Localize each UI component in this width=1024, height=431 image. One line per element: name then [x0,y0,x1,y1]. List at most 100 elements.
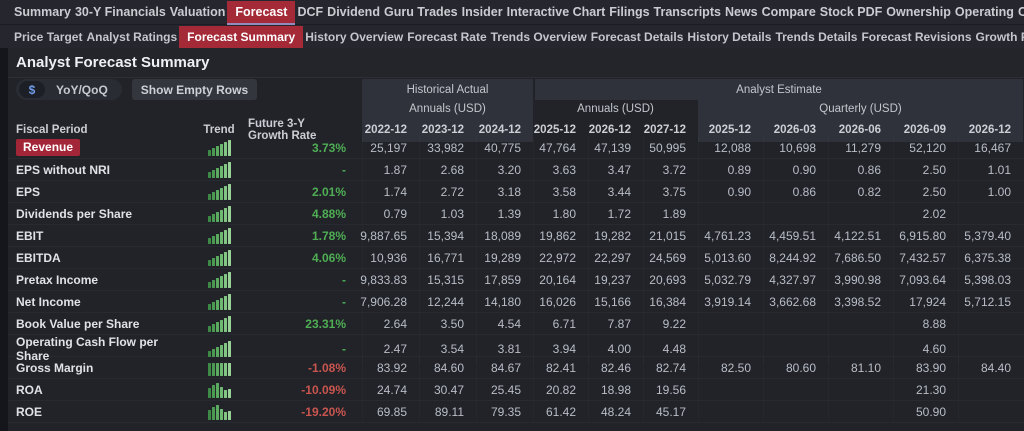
row-label-book-value-per-share[interactable]: Book Value per Share [8,313,190,334]
value-cell: 8,244.92 [763,247,828,268]
secondary-nav: Price TargetAnalyst RatingsForecast Summ… [0,24,1024,48]
mini-bar-chart-icon [208,382,231,398]
growth-rate-value: - [248,269,362,290]
value-cell: 7,906.28 [362,291,419,312]
nav-item-growth-forecast[interactable]: Growth Forecast [974,27,1024,47]
nav-item-valuation[interactable]: Valuation [168,2,228,22]
value-cell: 0.86 [828,159,893,180]
yoy-qoq-toggle[interactable]: YoY/QoQ [45,83,119,97]
value-cell: 5,379.40 [958,225,1023,246]
nav-item-filings[interactable]: Filings [607,2,651,22]
value-cell: 24.74 [362,379,419,400]
value-cell: 3.58 [533,181,588,202]
row-label-gross-margin[interactable]: Gross Margin [8,357,190,378]
row-label-revenue[interactable]: Revenue [8,137,190,158]
value-cell: 20,164 [533,269,588,290]
value-cell: 5,398.03 [958,269,1023,290]
nav-item-guru-trades[interactable]: Guru Trades [382,2,460,22]
growth-rate-value: 2.01% [248,181,362,202]
nav-item-dcf[interactable]: DCF [295,2,325,22]
value-cell: 45.17 [643,401,698,422]
row-label-eps[interactable]: EPS [8,181,190,202]
value-cell: 3,919.14 [698,291,763,312]
nav-item-forecast-rate[interactable]: Forecast Rate [405,27,488,47]
row-label-net-income[interactable]: Net Income [8,291,190,312]
nav-item-news[interactable]: News [723,2,760,22]
nav-item-ownership[interactable]: Ownership [884,2,953,22]
value-cell [958,379,1023,400]
row-label-pretax-income[interactable]: Pretax Income [8,269,190,290]
table-row-ebitda: EBITDA4.06%10,93616,77119,28922,97222,29… [8,247,1024,269]
mini-bar-chart-icon [208,140,231,156]
value-cell: 7,686.50 [828,247,893,268]
nav-item-forecast-revisions[interactable]: Forecast Revisions [859,27,973,47]
nav-item-stock-pdf[interactable]: Stock PDF [818,2,885,22]
nav-item-history-overview[interactable]: History Overview [303,27,405,47]
value-cell: 22,297 [588,247,643,268]
nav-item-summary[interactable]: Summary [12,2,73,22]
nav-item-trends-details[interactable]: Trends Details [773,27,859,47]
value-cell: 10,698 [763,137,828,158]
growth-rate-value: -1.08% [248,357,362,378]
nav-item-operating[interactable]: Operating [953,2,1016,22]
trend-hump-icon [190,379,248,400]
currency-toggle[interactable]: $ [19,81,45,98]
row-label-dividends-per-share[interactable]: Dividends per Share [8,203,190,224]
value-cell: 84.67 [476,357,533,378]
value-cell: 16,771 [419,247,476,268]
value-cell: 25.45 [476,379,533,400]
value-cell: 3.50 [419,313,476,334]
nav-item-dividend[interactable]: Dividend [325,2,382,22]
nav-item-30-y-financials[interactable]: 30-Y Financials [73,2,168,22]
table-row-dividends-per-share: Dividends per Share4.88%0.791.031.391.80… [8,203,1024,225]
value-cell [763,401,828,422]
mini-bar-chart-icon [208,206,231,222]
value-cell: 16,467 [958,137,1023,158]
value-cell: 19,289 [476,247,533,268]
value-cell [958,203,1023,224]
nav-item-insider[interactable]: Insider [460,2,505,22]
value-cell: 20.82 [533,379,588,400]
row-label-roe[interactable]: ROE [8,401,190,422]
row-label-ebitda[interactable]: EBITDA [8,247,190,268]
show-empty-rows-button[interactable]: Show Empty Rows [132,79,257,100]
value-cell: 12,244 [419,291,476,312]
value-cell [698,401,763,422]
nav-item-trends-overview[interactable]: Trends Overview [489,27,589,47]
value-cell: 0.90 [763,159,828,180]
nav-item-interactive-chart[interactable]: Interactive Chart [505,2,608,22]
value-cell: 0.82 [828,181,893,202]
display-mode-toggle[interactable]: $ YoY/QoQ [16,79,122,100]
value-cell: 1.03 [419,203,476,224]
value-cell: 2.50 [893,181,958,202]
nav-item-transcripts[interactable]: Transcripts [652,2,723,22]
value-cell: 9.22 [643,313,698,334]
table-row-net-income: Net Income-7,906.2812,24414,18016,02615,… [8,291,1024,313]
nav-item-forecast[interactable]: Forecast [227,1,295,23]
value-cell: 6,375.38 [958,247,1023,268]
growth-rate-value: 4.06% [248,247,362,268]
nav-item-analyst-ratings[interactable]: Analyst Ratings [84,27,179,47]
trend-up-icon [190,247,248,268]
value-cell: 15,166 [588,291,643,312]
nav-item-checklist[interactable]: Checklist [1016,2,1024,22]
row-label-roa[interactable]: ROA [8,379,190,400]
value-cell: 7,093.64 [893,269,958,290]
value-cell: 3.44 [588,181,643,202]
nav-item-history-details[interactable]: History Details [685,27,773,47]
subheader-spacer [8,100,362,118]
nav-item-forecast-summary[interactable]: Forecast Summary [179,26,303,48]
value-cell: 1.89 [643,203,698,224]
value-cell: 3.20 [476,159,533,180]
value-cell [698,313,763,334]
nav-item-forecast-details[interactable]: Forecast Details [589,27,686,47]
mini-bar-chart-icon [208,360,231,376]
growth-rate-value: 1.78% [248,225,362,246]
nav-item-price-target[interactable]: Price Target [12,27,84,47]
value-cell: 1.00 [958,181,1023,202]
page-title: Analyst Forecast Summary [16,54,209,71]
value-cell: 25,197 [362,137,419,158]
row-label-eps-without-nri[interactable]: EPS without NRI [8,159,190,180]
row-label-ebit[interactable]: EBIT [8,225,190,246]
nav-item-compare[interactable]: Compare [760,2,818,22]
